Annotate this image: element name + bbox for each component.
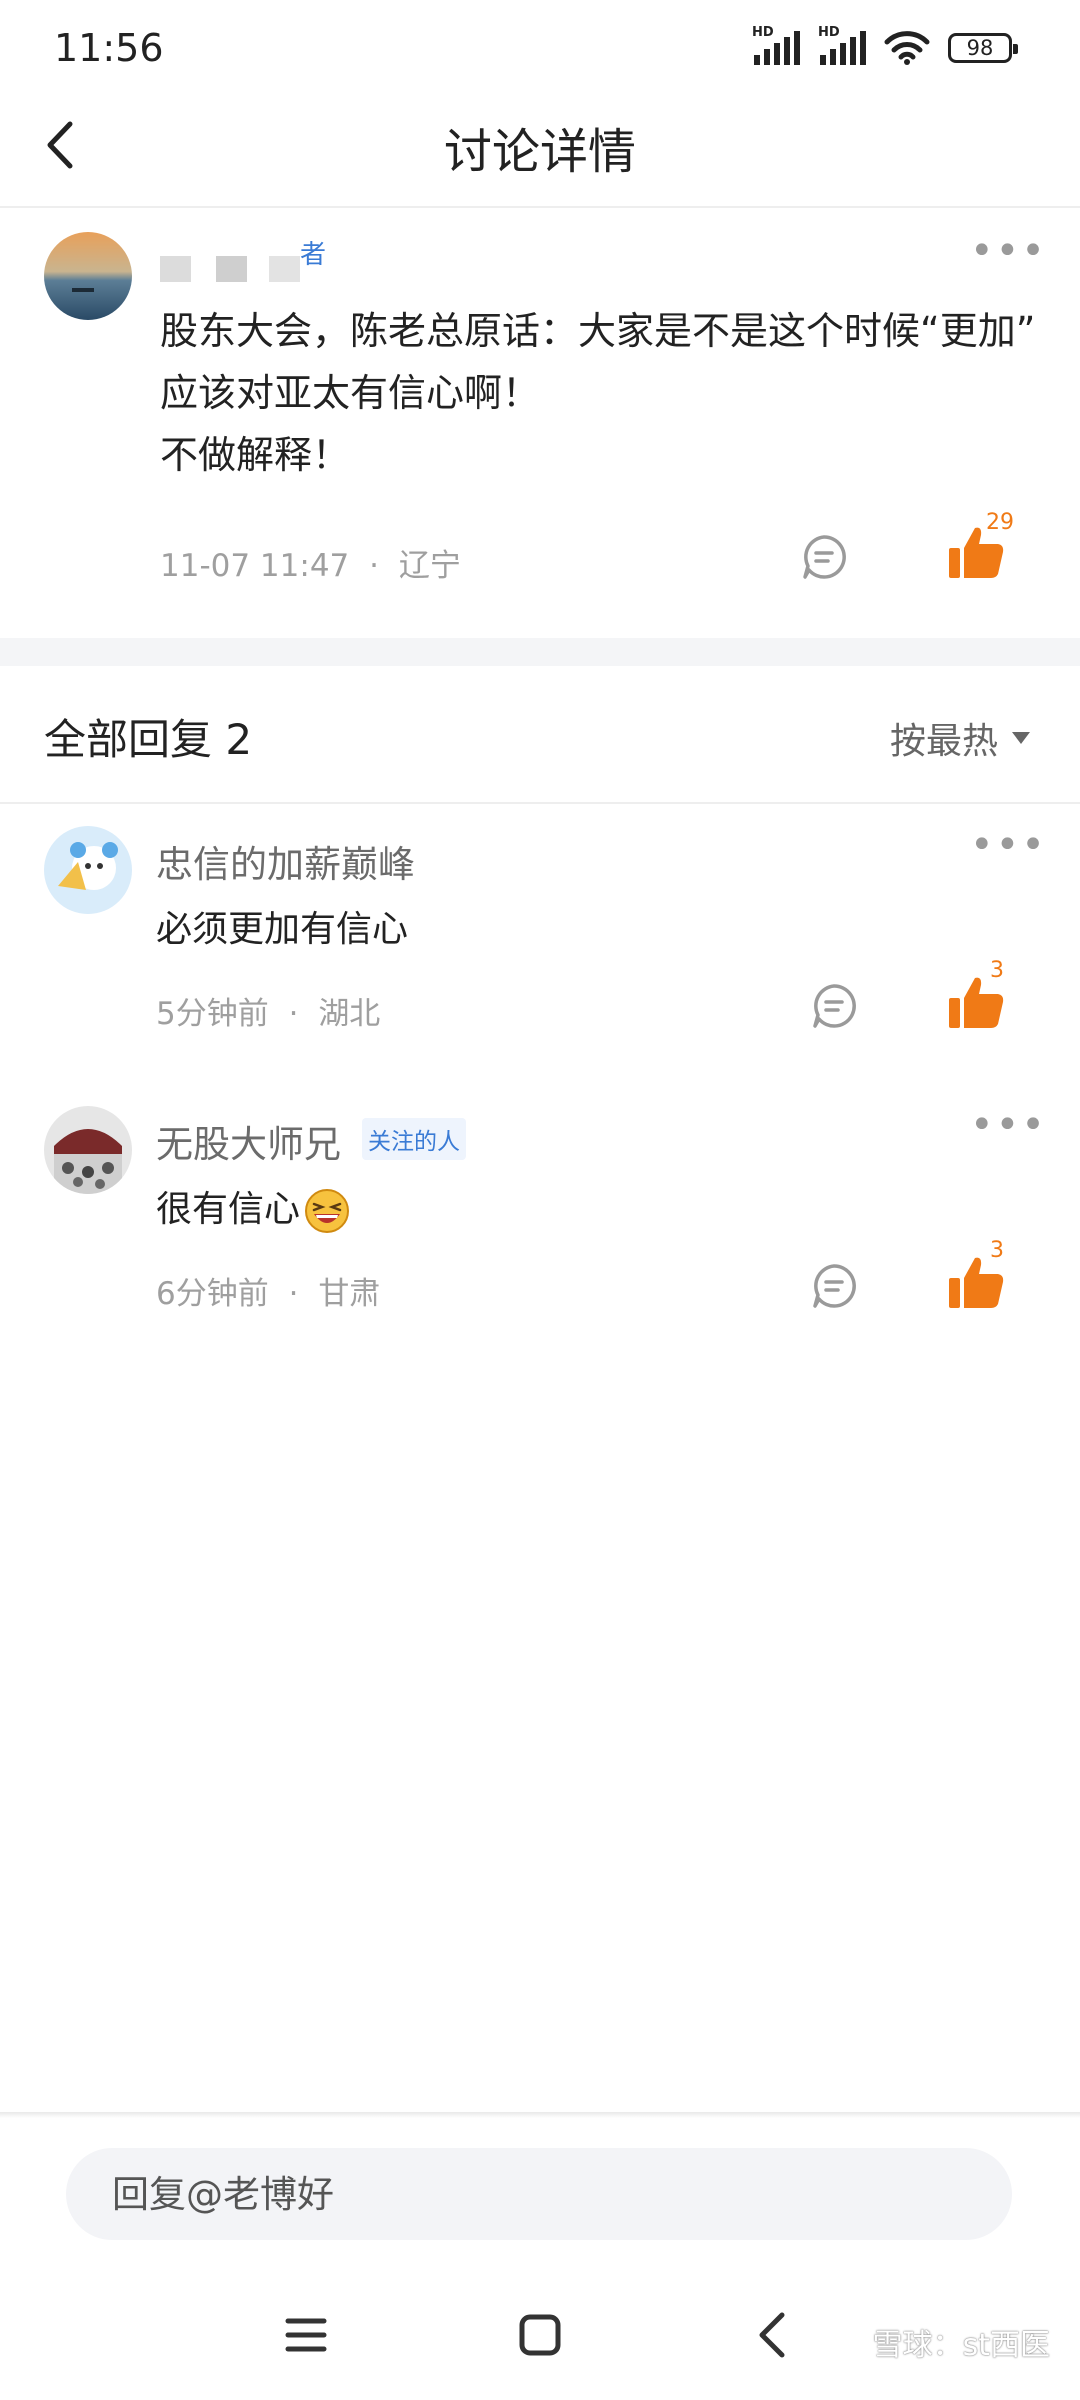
reply-like-count-1: 3 [990,958,1004,983]
post-author-avatar[interactable] [44,232,132,320]
reply-avatar-1[interactable] [44,826,132,914]
back-nav-icon[interactable] [744,2305,804,2365]
post-time: 11-07 11:47 [160,548,350,584]
menu-icon[interactable] [276,2305,336,2365]
section-separator [0,638,1080,666]
reply-meta-2: 6分钟前 · 甘肃 [156,1268,380,1313]
watermark: 雪球：st西医 [872,2328,1050,2363]
meta-separator: · [369,548,379,584]
reply-avatar-2[interactable] [44,1106,132,1194]
reply-author-1[interactable]: 忠信的加薪巅峰 [156,834,415,888]
more-dots-icon[interactable]: ••• [970,1102,1047,1148]
sort-dropdown[interactable]: 按最热 [890,712,1030,764]
sort-caret-icon [1012,732,1030,744]
reply-text-1: 必须更加有信心 [156,909,409,950]
follow-tag: 关注的人 [362,1118,466,1160]
status-time: 11:56 [54,26,164,70]
battery-level: 98 [966,36,994,60]
hd-label-2: HD [818,25,840,40]
reply-text-2: 很有信心 [156,1180,350,1234]
header-divider [0,206,1080,208]
comment-icon[interactable] [810,1262,858,1310]
post-meta: 11-07 11:47 · 辽宁 [160,540,461,585]
hd-label-1: HD [752,25,774,40]
reply-location-1: 湖北 [318,996,381,1032]
signal-icon-2: HD [818,25,866,65]
home-square-icon[interactable] [510,2305,570,2365]
more-dots-icon[interactable]: ••• [970,228,1047,274]
post-location: 辽宁 [398,548,461,584]
post-line-2: 应该对亚太有信心啊！ [160,371,541,415]
post-line-1: 股东大会，陈老总原话：大家是不是这个时候“更加” [160,309,1036,353]
reply-author-2[interactable]: 无股大师兄 [156,1114,341,1168]
author-tag: 者 [300,240,327,270]
reply-like-count-2: 3 [990,1238,1004,1263]
reply-time-1: 5分钟前 [156,996,269,1032]
post-like-count: 29 [986,510,1014,535]
post-line-3: 不做解释！ [160,433,351,477]
author-name-redacted[interactable] [160,256,300,282]
signal-icon: HD [752,25,800,65]
reply-bar-divider [0,2112,1080,2118]
meta-separator: · [288,1276,299,1312]
more-dots-icon[interactable]: ••• [970,822,1047,868]
comment-icon[interactable] [810,982,858,1030]
reply-time-2: 6分钟前 [156,1276,269,1312]
post-content: 股东大会，陈老总原话：大家是不是这个时候“更加” 应该对亚太有信心啊！ 不做解释… [160,300,1040,486]
wifi-icon [884,31,930,65]
reply-input[interactable] [66,2148,1012,2240]
sort-label: 按最热 [889,721,998,762]
status-icons: HD HD 98 [752,25,1018,66]
battery-icon: 98 [948,33,1018,63]
comment-icon[interactable] [800,533,848,581]
laughing-emoji-icon [305,1189,350,1233]
replies-title: 全部回复 2 [44,715,253,764]
reply-meta-1: 5分钟前 · 湖北 [156,988,380,1033]
meta-separator: · [288,996,299,1032]
replies-divider [0,802,1080,804]
reply-text-2-content: 很有信心 [156,1189,301,1230]
reply-location-2: 甘肃 [318,1276,381,1312]
page-title: 讨论详情 [443,124,636,180]
